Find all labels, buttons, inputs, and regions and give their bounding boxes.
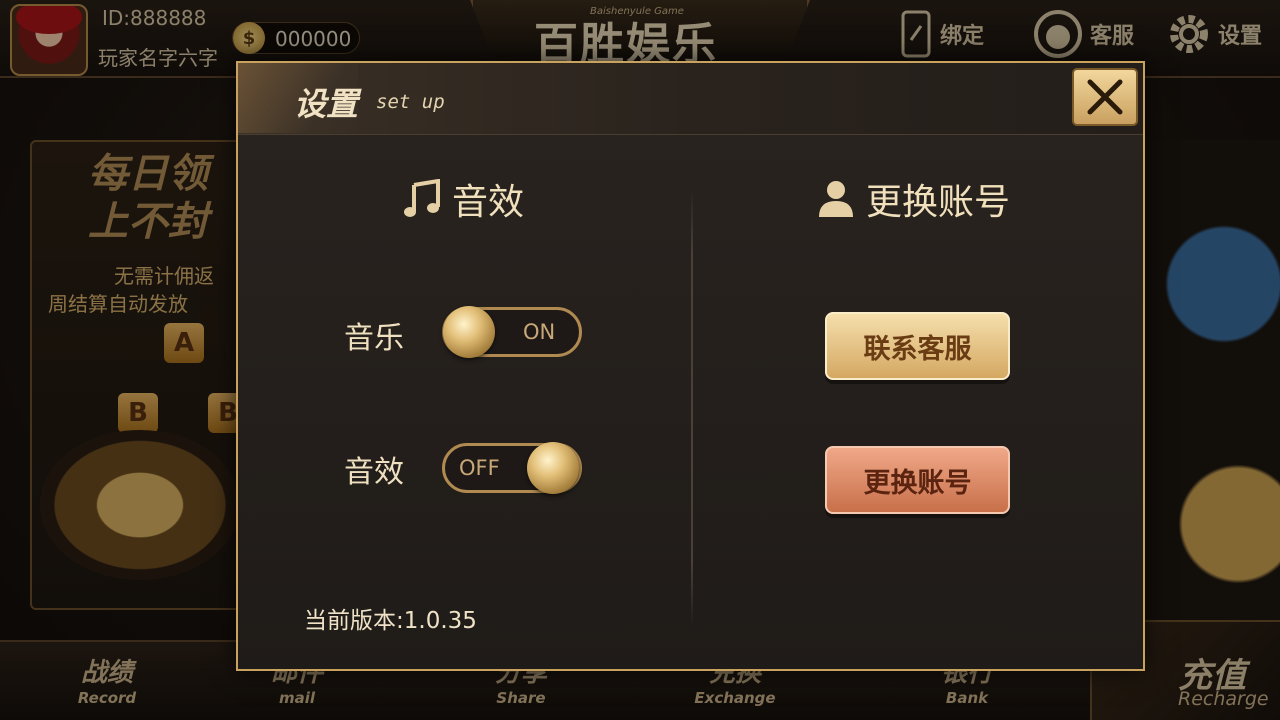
close-icon [1087, 79, 1123, 115]
user-icon [819, 181, 853, 217]
sfx-toggle-state: OFF [459, 456, 500, 480]
sfx-toggle[interactable]: OFF [442, 442, 582, 494]
dialog-title: 设置 [294, 85, 359, 123]
close-button[interactable] [1072, 68, 1138, 126]
toggle-knob [527, 442, 579, 494]
dialog-header: 设置 set up [238, 63, 1143, 135]
sound-section-header: 音效 [404, 173, 524, 225]
music-toggle-state: ON [523, 320, 556, 344]
dialog-subtitle: set up [376, 91, 445, 113]
music-label: 音乐 [344, 321, 404, 356]
account-section-title: 更换账号 [866, 182, 1011, 223]
account-section-header: 更换账号 [818, 173, 1010, 225]
contact-service-button[interactable]: 联系客服 [825, 312, 1010, 380]
music-toggle[interactable]: ON [442, 306, 582, 358]
settings-dialog: 设置 set up 音效 音乐 ON 音效 OFF 更换账号 联系客服 更换账号… [236, 61, 1145, 671]
sound-section-title: 音效 [452, 182, 525, 223]
switch-account-button[interactable]: 更换账号 [825, 446, 1010, 514]
column-divider [691, 188, 693, 628]
music-note-icon [404, 179, 440, 217]
toggle-knob [443, 306, 495, 358]
version-label: 当前版本:1.0.35 [304, 608, 477, 634]
sfx-label: 音效 [344, 455, 404, 490]
